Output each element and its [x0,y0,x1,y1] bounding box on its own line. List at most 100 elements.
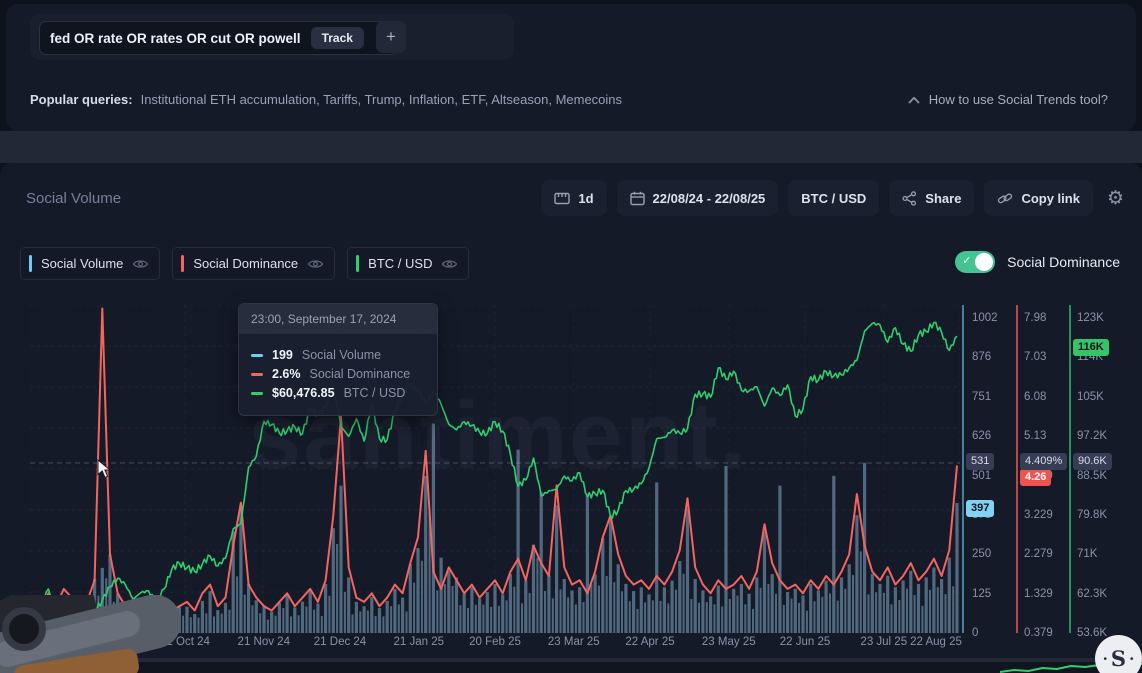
date-range-label: 22/08/24 - 22/08/25 [653,191,766,206]
interval-label: 1d [578,191,593,206]
axis-tick-label: 2.279 [1024,547,1053,561]
xaxis-label: 23 Jul 25 [860,636,907,648]
eye-icon[interactable] [441,258,458,270]
legend-color-bar [181,255,184,272]
track-button[interactable]: Track [311,27,364,49]
chevron-up-icon [908,96,920,104]
social-dominance-toggle[interactable]: ✓ [955,251,995,273]
date-range-button[interactable]: 22/08/24 - 22/08/25 [617,180,779,216]
pair-button[interactable]: BTC / USD [788,180,879,216]
logo-dot: · [1129,650,1134,668]
tooltip-label: BTC / USD [344,386,406,400]
tooltip-body: 199 Social Volume 2.6% Social Dominance … [239,334,437,415]
legend-label: Social Dominance [193,256,298,271]
xaxis-label: 23 May 25 [702,636,756,648]
series-dash-icon [251,354,263,357]
axis-tick-label: 5.13 [1024,429,1046,443]
corner-overlay-figure [0,595,190,673]
query-bar: fed OR rate OR rates OR cut OR powell Tr… [30,14,514,60]
tooltip-label: Social Volume [302,348,381,362]
tooltip-label: Social Dominance [310,367,411,381]
help-link-label: How to use Social Trends tool? [929,92,1108,107]
axis-tick-label: 97.2K [1077,429,1107,443]
axis-tick-label: 123K [1077,311,1104,325]
social-volume-axis-line [962,305,964,633]
series-dash-icon [251,373,263,376]
share-icon [902,191,917,206]
tooltip-header: 23:00, September 17, 2024 [239,304,437,334]
legend-label: Social Volume [41,256,123,271]
popular-queries: Popular queries: Institutional ETH accumu… [30,92,622,107]
share-button[interactable]: Share [889,180,974,216]
search-card: fed OR rate OR rates OR cut OR powell Tr… [6,4,1136,131]
axis-tick-label: 1002 [972,311,998,325]
link-icon [997,191,1013,206]
gear-icon: ⚙ [1107,187,1124,210]
axis-tick-label: 6.08 [1024,390,1046,404]
axis-tick-label: 876 [972,350,991,364]
chart-tooltip: 23:00, September 17, 2024 199 Social Vol… [238,303,438,416]
series-dash-icon [251,392,263,395]
interval-button[interactable]: 1d [541,180,606,216]
copy-link-label: Copy link [1021,191,1080,206]
btc-usd-last-value-badge: 116K [1073,339,1109,356]
pair-label: BTC / USD [801,191,866,206]
logo-dot: · [1103,650,1108,668]
axis-tick-label: 3.229 [1024,508,1053,522]
figure-lens-shape [2,607,46,651]
xaxis-label: 20 Feb 25 [469,636,521,648]
toggle-label: Social Dominance [1007,254,1120,270]
tooltip-row-social-dominance: 2.6% Social Dominance [251,367,425,381]
chart-controls: 1d 22/08/24 - 22/08/25 BTC / USD Share C… [541,180,1128,216]
axis-tick-label: 1.329 [1024,587,1053,601]
logo-letter: S [1111,648,1126,669]
xaxis-label: 21 Dec 24 [314,636,366,648]
popular-queries-list[interactable]: Institutional ETH accumulation, Tariffs,… [141,92,622,107]
add-query-button[interactable]: + [376,21,406,53]
xaxis-label: 23 Mar 25 [548,636,600,648]
axis-tick-label: 7.98 [1024,311,1046,325]
xaxis-label: 21 Jan 25 [394,636,445,648]
query-text: fed OR rate OR rates OR cut OR powell [50,31,301,46]
toggle-knob [975,253,993,271]
help-link[interactable]: How to use Social Trends tool? [908,92,1108,107]
legend-label: BTC / USD [368,256,432,271]
tooltip-row-btc-usd: $60,476.85 BTC / USD [251,386,425,400]
axis-tick-label: 71K [1077,547,1097,561]
social-dominance-crosshair-badge: 4.409% [1020,453,1067,470]
legend-chip-btc-usd[interactable]: BTC / USD [347,247,469,280]
social-volume-crosshair-badge: 531 [966,453,994,470]
social-volume-panel: Social Volume 1d 22/08/24 - 22/08/25 BTC… [0,163,1142,658]
social-volume-last-value-badge: 397 [966,500,994,517]
tooltip-value: $60,476.85 [272,386,335,400]
copy-link-button[interactable]: Copy link [984,180,1093,216]
social-volume-axis: 10028767516265013752501250 [972,305,1022,645]
panel-title: Social Volume [26,190,121,207]
page-background-band [0,131,1142,163]
legend-color-bar [356,255,359,272]
query-tag[interactable]: fed OR rate OR rates OR cut OR powell Tr… [39,21,398,55]
btc-usd-axis: 123K114K105K97.2K88.5K79.8K71K62.3K53.6K [1077,305,1127,645]
xaxis-label: 22 Jun 25 [780,636,831,648]
tooltip-value: 199 [272,348,293,362]
share-label: Share [925,191,961,206]
eye-icon[interactable] [132,258,149,270]
social-dominance-last-value-badge: 4.26 [1020,469,1051,486]
xaxis-label: 22 Apr 25 [625,636,674,648]
tooltip-value: 2.6% [272,367,301,381]
axis-tick-label: 125 [972,587,991,601]
axis-tick-label: 7.03 [1024,350,1046,364]
legend-chip-social-dominance[interactable]: Social Dominance [172,247,335,280]
axis-tick-label: 250 [972,547,991,561]
axis-tick-label: 88.5K [1077,469,1107,483]
axis-tick-label: 626 [972,429,991,443]
legend-chip-social-volume[interactable]: Social Volume [20,247,160,280]
xaxis-label: 22 Aug 25 [910,636,962,648]
eye-icon[interactable] [307,258,324,270]
axis-tick-label: 751 [972,390,991,404]
social-trends-page: fed OR rate OR rates OR cut OR powell Tr… [0,0,1142,673]
legend-row: Social Volume Social Dominance BTC / USD [20,247,469,280]
chart-plot-area[interactable] [30,305,960,633]
popular-queries-label: Popular queries: [30,92,133,107]
settings-button[interactable]: ⚙ [1103,180,1128,216]
